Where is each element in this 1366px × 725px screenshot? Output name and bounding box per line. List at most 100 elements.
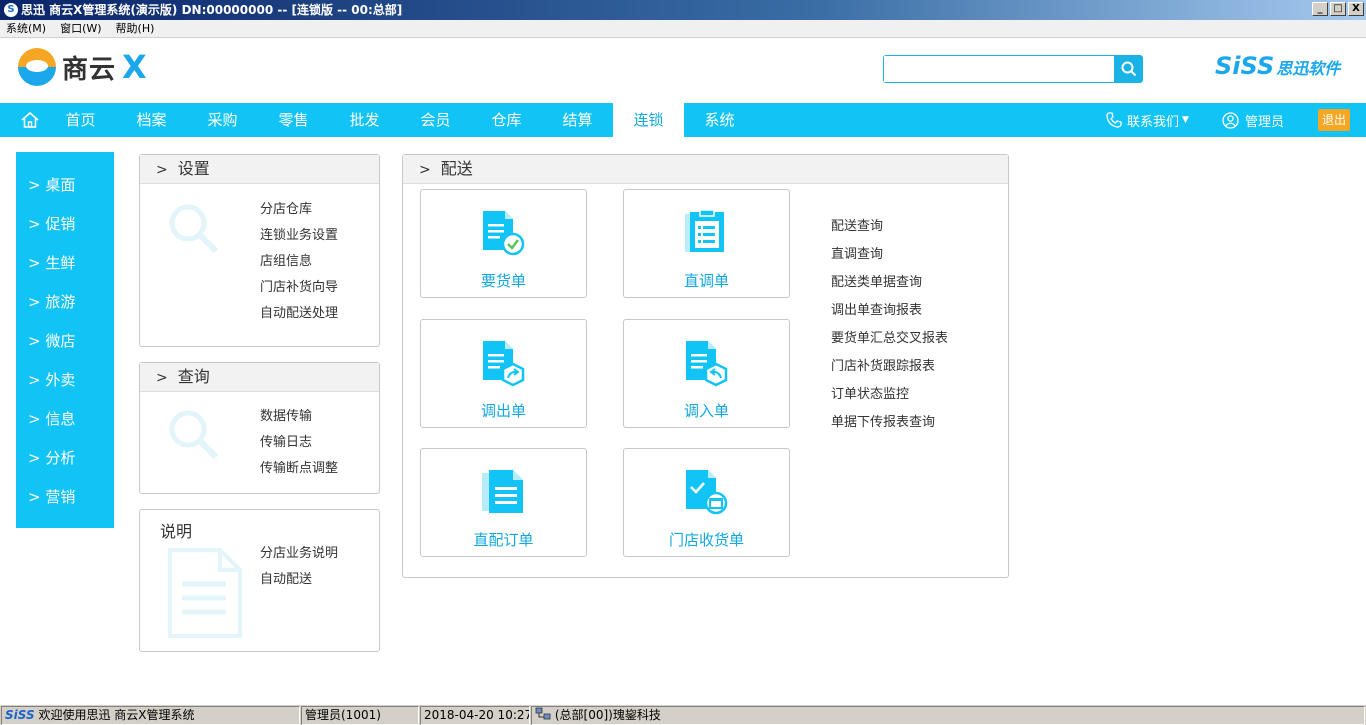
status-bar: SiSS 欢迎使用思迅 商云X管理系统 管理员(1001) 2018-04-20…	[0, 704, 1366, 725]
distribution-title: 配送	[440, 159, 473, 178]
link-transfer-out-report[interactable]: 调出单查询报表	[831, 298, 948, 326]
settings-title: 设置	[177, 159, 210, 178]
user-icon	[1222, 111, 1239, 129]
tab-retail[interactable]: 零售	[258, 103, 329, 137]
contact-label: 联系我们	[1127, 114, 1180, 130]
status-store: (总部[00])瑰鋆科技	[531, 706, 1365, 725]
link-branch-business-notes[interactable]: 分店业务说明	[260, 541, 338, 567]
tab-warehouse[interactable]: 仓库	[471, 103, 542, 137]
window-title: 思迅 商云X管理系统(演示版) DN:00000000 -- [连锁版 -- 0…	[21, 3, 403, 17]
link-transfer-log[interactable]: 传输日志	[260, 430, 338, 456]
link-distribution-docs-query[interactable]: 配送类单据查询	[831, 270, 948, 298]
logo-circle-icon	[18, 48, 56, 86]
document-watermark-icon	[168, 548, 242, 638]
search-icon	[1121, 61, 1137, 77]
window-controls: _ □ X	[1312, 2, 1364, 16]
tile-transfer-in-label: 调入单	[683, 402, 729, 420]
chevron-right-icon: >	[156, 370, 168, 386]
query-links: 数据传输 传输日志 传输断点调整	[260, 404, 338, 482]
menu-system[interactable]: 系统(M)	[6, 20, 46, 37]
nav-tabs: 首页 档案 采购 零售 批发 会员 仓库 结算 连锁 系统	[45, 103, 755, 137]
sidebar-item-promotion[interactable]: > 促销	[16, 211, 114, 250]
logout-button[interactable]: 退出	[1318, 109, 1350, 131]
phone-icon	[1106, 112, 1122, 128]
tile-direct-order[interactable]: 直配订单	[420, 448, 587, 557]
menu-window[interactable]: 窗口(W)	[60, 20, 101, 37]
main-nav: 首页 档案 采购 零售 批发 会员 仓库 结算 连锁 系统 联系我们 ▼ 管理员	[0, 103, 1366, 137]
link-store-replenish-report[interactable]: 门店补货跟踪报表	[831, 354, 948, 382]
tile-store-receipt-label: 门店收货单	[668, 531, 744, 549]
link-auto-distribution-notes[interactable]: 自动配送	[260, 567, 338, 593]
app-logo-icon: S	[4, 3, 18, 17]
settings-panel-header: > 设置	[140, 155, 379, 184]
link-transfer-breakpoint[interactable]: 传输断点调整	[260, 456, 338, 482]
store-receipt-icon	[686, 470, 728, 515]
link-auto-distribution[interactable]: 自动配送处理	[260, 301, 338, 327]
search-button[interactable]	[1114, 55, 1143, 83]
requisition-doc-check-icon	[483, 211, 525, 256]
query-panel: > 查询 数据传输 传输日志 传输断点调整	[139, 362, 380, 494]
sidebar-item-info[interactable]: > 信息	[16, 406, 114, 445]
tile-direct-transfer-label: 直调单	[683, 272, 729, 290]
logo-text: 商云	[62, 54, 117, 85]
link-requisition-cross-report[interactable]: 要货单汇总交叉报表	[831, 326, 948, 354]
distribution-panel-header: > 配送	[403, 155, 1008, 184]
distribution-links: 配送查询 直调查询 配送类单据查询 调出单查询报表 要货单汇总交叉报表 门店补货…	[831, 214, 948, 438]
minimize-button[interactable]: _	[1312, 2, 1328, 16]
status-user: 管理员(1001)	[301, 706, 419, 725]
brand-cn: 思迅软件	[1276, 59, 1341, 78]
sidebar-item-fresh[interactable]: > 生鲜	[16, 250, 114, 289]
link-store-replenish-wizard[interactable]: 门店补货向导	[260, 275, 338, 301]
tile-requisition[interactable]: 要货单	[420, 189, 587, 298]
tab-chain[interactable]: 连锁	[613, 103, 684, 137]
tab-purchase[interactable]: 采购	[187, 103, 258, 137]
home-icon[interactable]	[20, 111, 40, 129]
app-logo[interactable]: 商云 X	[18, 48, 147, 86]
logo-x: X	[122, 48, 147, 86]
link-branch-warehouse[interactable]: 分店仓库	[260, 197, 338, 223]
tile-transfer-out[interactable]: 调出单	[420, 319, 587, 428]
window-titlebar: S 思迅 商云X管理系统(演示版) DN:00000000 -- [连锁版 --…	[0, 0, 1366, 20]
link-chain-business-settings[interactable]: 连锁业务设置	[260, 223, 338, 249]
tab-wholesale[interactable]: 批发	[329, 103, 400, 137]
tile-direct-order-label: 直配订单	[473, 531, 534, 549]
tab-archive[interactable]: 档案	[116, 103, 187, 137]
tab-system[interactable]: 系统	[684, 103, 755, 137]
close-button[interactable]: X	[1348, 2, 1364, 16]
link-data-transfer[interactable]: 数据传输	[260, 404, 338, 430]
settings-links: 分店仓库 连锁业务设置 店组信息 门店补货向导 自动配送处理	[260, 197, 338, 327]
left-sidebar: > 桌面 > 促销 > 生鲜 > 旅游 > 微店 > 外卖 > 信息 > 分析 …	[16, 152, 114, 528]
query-panel-header: > 查询	[140, 363, 379, 392]
link-distribution-query[interactable]: 配送查询	[831, 214, 948, 242]
sidebar-item-desktop[interactable]: > 桌面	[16, 172, 114, 211]
sidebar-item-analysis[interactable]: > 分析	[16, 445, 114, 484]
tile-requisition-label: 要货单	[480, 272, 526, 290]
search-input[interactable]	[884, 56, 1114, 82]
link-direct-transfer-query[interactable]: 直调查询	[831, 242, 948, 270]
sidebar-item-microstore[interactable]: > 微店	[16, 328, 114, 367]
contact-us-button[interactable]: 联系我们 ▼	[1105, 103, 1189, 137]
link-doc-download-report[interactable]: 单据下传报表查询	[831, 410, 948, 438]
tab-settlement[interactable]: 结算	[542, 103, 613, 137]
link-order-status-monitor[interactable]: 订单状态监控	[831, 382, 948, 410]
admin-user[interactable]: 管理员	[1222, 103, 1284, 137]
search-watermark-icon	[169, 410, 219, 460]
link-store-group-info[interactable]: 店组信息	[260, 249, 338, 275]
sidebar-item-travel[interactable]: > 旅游	[16, 289, 114, 328]
tile-transfer-in[interactable]: 调入单	[623, 319, 790, 428]
maximize-button[interactable]: □	[1330, 2, 1346, 16]
tab-home[interactable]: 首页	[45, 103, 116, 137]
admin-label: 管理员	[1245, 114, 1285, 130]
sidebar-item-takeout[interactable]: > 外卖	[16, 367, 114, 406]
tab-member[interactable]: 会员	[400, 103, 471, 137]
settings-panel: > 设置 分店仓库 连锁业务设置 店组信息 门店补货向导 自动配送处理	[139, 154, 380, 347]
clipboard-icon	[685, 209, 724, 252]
sidebar-item-marketing[interactable]: > 营销	[16, 484, 114, 523]
tile-direct-transfer[interactable]: 直调单	[623, 189, 790, 298]
menu-help[interactable]: 帮助(H)	[116, 20, 155, 37]
tile-store-receipt[interactable]: 门店收货单	[623, 448, 790, 557]
header: 商云 X SiSS 思迅软件	[0, 38, 1366, 103]
status-siss-logo: SiSS	[5, 708, 35, 722]
notes-links: 分店业务说明 自动配送	[260, 541, 338, 593]
transfer-in-icon	[686, 341, 728, 387]
